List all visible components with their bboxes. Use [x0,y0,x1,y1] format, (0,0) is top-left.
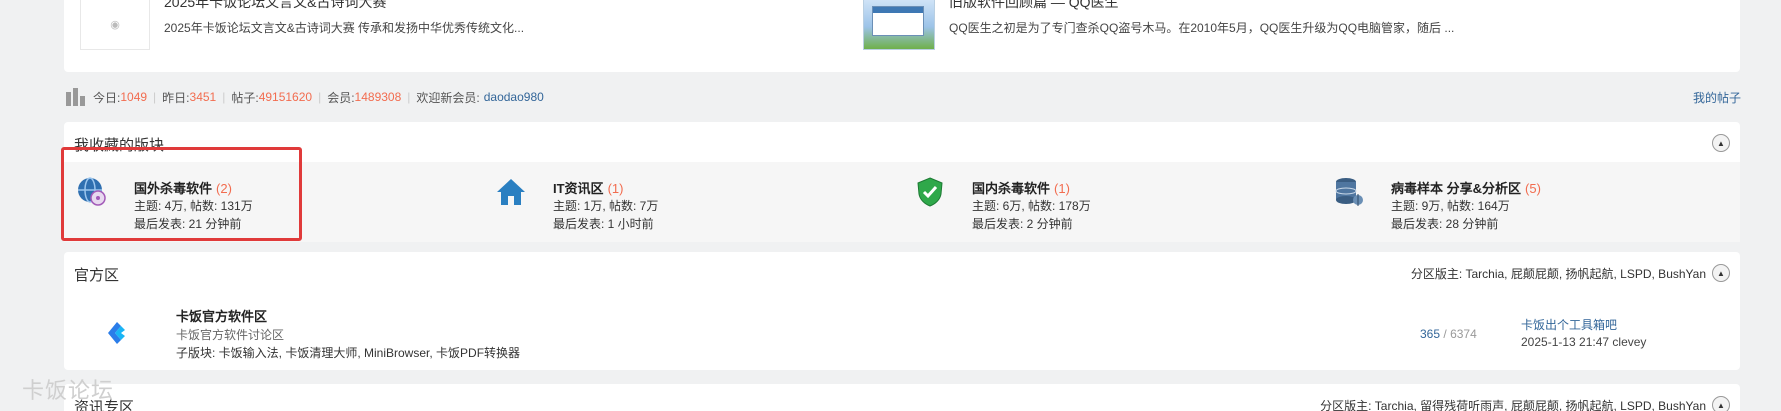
section-moderators: 分区版主: Tarchia, 留得残荷听雨声, 屁颠屁颠, 扬帆起航, LSPD… [1320,399,1706,411]
collapse-toggle-icon[interactable]: ▲ [1712,134,1730,152]
section-moderators: 分区版主: Tarchia, 屁颠屁颠, 扬帆起航, LSPD, BushYan [1410,267,1706,281]
news-desc-1: 2025年卡饭论坛文言文&古诗词大赛 传承和发扬中华优秀传统文化... [164,21,525,35]
favorites-list: 国外杀毒软件 (2) 主题: 4万, 帖数: 131万 最后发表: 21 分钟前 … [64,162,1740,242]
kafan-logo-icon [108,322,125,344]
forum-name-link[interactable]: 卡饭官方软件区 [176,306,267,325]
posts-count: 49151620 [258,90,313,104]
my-posts-link[interactable]: 我的帖子 [1693,89,1741,106]
news-thumbnail-placeholder[interactable]: ◉ [80,0,150,50]
house-icon [497,179,525,205]
favorite-forum-name[interactable]: 国内杀毒软件 (1) [972,178,1070,197]
subforum-list[interactable]: 子版块: 卡饭输入法, 卡饭清理大师, MiniBrowser, 卡饭PDF转换… [176,344,520,361]
server-bug-icon [1335,178,1363,206]
last-post-meta[interactable]: 2025-1-13 21:47 clevey [1521,335,1646,349]
site-watermark: 卡饭论坛 [22,378,115,403]
shield-check-icon [917,177,943,207]
favorite-forum-item[interactable]: 病毒样本 分享&分析区 (5) 主题: 9万, 帖数: 164万 最后发表: 28… [1321,162,1740,242]
favorite-forum-name[interactable]: IT资讯区 (1) [553,178,623,197]
favorite-forum-last: 最后发表: 1 小时前 [553,217,654,231]
posts-label: 帖子: [231,90,259,105]
favorite-forum-item[interactable]: 国内杀毒软件 (1) 主题: 6万, 帖数: 178万 最后发表: 2 分钟前 [902,162,1321,242]
featured-news-card: ◉ 2025年卡饭论坛文言文&古诗词大赛 2025年卡饭论坛文言文&古诗词大赛 … [64,0,1740,72]
favorite-forum-last: 最后发表: 28 分钟前 [1391,217,1499,231]
members-label: 会员: [327,90,355,105]
members-count: 1489308 [354,90,402,104]
collapse-toggle-icon[interactable]: ▲ [1712,396,1730,411]
favorite-forum-last: 最后发表: 2 分钟前 [972,217,1073,231]
yesterday-count: 3451 [189,90,217,104]
highlight-box [61,147,302,241]
forum-row: 卡饭官方软件区 卡饭官方软件讨论区 子版块: 卡饭输入法, 卡饭清理大师, Mi… [64,292,1740,370]
news-title-1[interactable]: 2025年卡饭论坛文言文&古诗词大赛 [164,0,386,12]
favorite-forum-stats: 主题: 9万, 帖数: 164万 [1391,199,1510,213]
new-member-label: 欢迎新会员: [416,90,480,105]
favorites-section-header: 我收藏的版块 ▲ [64,122,1740,162]
yesterday-label: 昨日: [162,90,190,105]
favorite-forum-item[interactable]: IT资讯区 (1) 主题: 1万, 帖数: 7万 最后发表: 1 小时前 [483,162,902,242]
forum-thread-post-count: 365 / 6374 [1420,327,1477,341]
favorite-forum-name[interactable]: 病毒样本 分享&分析区 (5) [1391,178,1541,197]
today-count: 1049 [120,90,148,104]
today-label: 今日: [93,90,121,105]
bar-chart-icon [66,88,87,106]
news-thumbnail-qq-doctor[interactable] [863,0,935,50]
official-section-header: 官方区 分区版主: Tarchia, 屁颠屁颠, 扬帆起航, LSPD, Bus… [64,252,1740,292]
favorite-forum-stats: 主题: 6万, 帖数: 178万 [972,199,1091,213]
last-post-title-link[interactable]: 卡饭出个工具箱吧 [1521,316,1617,333]
news-title-2[interactable]: 旧版软件回顾篇 — QQ医生 [949,0,1119,12]
forum-description: 卡饭官方软件讨论区 [176,328,285,342]
forum-stats-bar: 今日: 1049 | 昨日: 3451 | 帖子: 49151620 | 会员:… [66,87,544,107]
news-desc-2: QQ医生之初是为了专门查杀QQ盗号木马。在2010年5月，QQ医生升级为QQ电脑… [949,21,1455,35]
new-member-link[interactable]: daodao980 [484,90,544,104]
collapse-toggle-icon[interactable]: ▲ [1712,264,1730,282]
favorite-forum-stats: 主题: 1万, 帖数: 7万 [553,199,659,213]
official-section-title[interactable]: 官方区 [74,264,119,285]
camera-icon: ◉ [110,19,120,31]
news-section-header: 资讯专区 分区版主: Tarchia, 留得残荷听雨声, 屁颠屁颠, 扬帆起航,… [64,384,1740,411]
